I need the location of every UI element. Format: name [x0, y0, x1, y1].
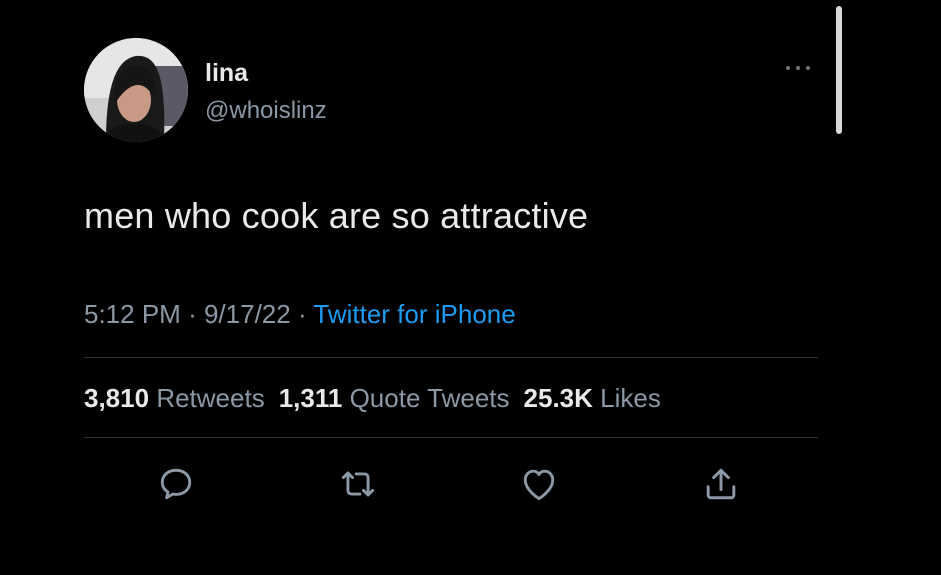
likes-label: Likes	[600, 383, 661, 413]
tweet-meta: 5:12 PM · 9/17/22 · Twitter for iPhone	[84, 296, 516, 332]
divider	[84, 437, 818, 438]
retweets-count: 3,810	[84, 383, 150, 413]
retweet-icon	[341, 471, 375, 497]
scrollbar[interactable]	[836, 6, 842, 134]
tweet-time[interactable]: 5:12 PM	[84, 299, 181, 329]
reply-icon	[160, 468, 192, 500]
retweet-button[interactable]	[336, 462, 380, 506]
author-handle[interactable]: @whoislinz	[205, 96, 327, 126]
share-icon	[706, 468, 736, 500]
share-button[interactable]	[699, 462, 743, 506]
more-horizontal-icon[interactable]	[780, 58, 816, 78]
tweet-source-link[interactable]: Twitter for iPhone	[313, 299, 515, 329]
quote-tweets-label: Quote Tweets	[349, 383, 510, 413]
avatar[interactable]	[84, 38, 188, 142]
retweets-label: Retweets	[156, 383, 265, 413]
retweets-stat[interactable]: 3,810 Retweets	[84, 383, 265, 413]
tweet-stats: 3,810 Retweets 1,311 Quote Tweets 25.3K Li…	[84, 380, 661, 416]
meta-separator: ·	[188, 299, 197, 329]
avatar-image	[84, 38, 188, 142]
heart-icon	[523, 469, 555, 501]
tweet-text: men who cook are so attractive	[84, 195, 589, 236]
tweet-date[interactable]: 9/17/22	[204, 299, 291, 329]
likes-stat[interactable]: 25.3K Likes	[524, 383, 661, 413]
quote-tweets-count: 1,311	[278, 383, 343, 413]
meta-separator: ·	[297, 299, 307, 329]
reply-button[interactable]	[154, 462, 198, 506]
like-button[interactable]	[517, 462, 561, 506]
likes-count: 25.3K	[523, 383, 593, 413]
divider	[84, 357, 818, 358]
quote-tweets-stat[interactable]: 1,311 Quote Tweets	[279, 383, 510, 413]
author-name[interactable]: lina	[205, 58, 248, 88]
